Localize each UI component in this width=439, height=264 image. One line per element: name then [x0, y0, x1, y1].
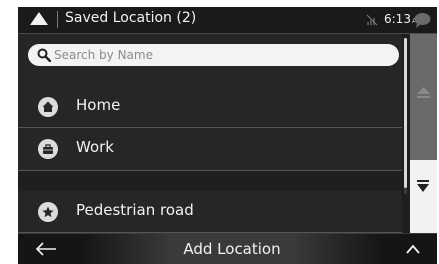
search-bar[interactable] [28, 44, 399, 66]
list-item-label: Work [76, 138, 114, 156]
no-signal-icon [366, 14, 378, 26]
add-location-button[interactable]: Add Location [82, 234, 382, 264]
search-input[interactable] [54, 47, 374, 63]
scroll-down-icon [417, 180, 429, 192]
home-icon [38, 97, 58, 117]
back-arrow-icon[interactable] [32, 240, 60, 258]
star-icon [38, 202, 58, 222]
scroll-up-button[interactable] [410, 34, 437, 160]
scroll-up-icon [417, 87, 430, 98]
scrollbar-thumb[interactable] [404, 38, 407, 188]
chevron-up-icon[interactable] [404, 242, 422, 256]
list-item-label: Home [76, 96, 121, 114]
clock-time: 6:13 [384, 12, 411, 26]
list-item-home[interactable]: Home [18, 86, 402, 127]
saved-location-list: Home Work Pedestrian road [18, 34, 402, 233]
section-gap [18, 171, 402, 191]
search-icon [37, 48, 51, 62]
top-bar: Saved Location (2) 6:13AM [18, 7, 437, 34]
briefcase-icon [38, 139, 58, 159]
list-item-pedestrian-road[interactable]: Pedestrian road [18, 191, 402, 232]
page-title: Saved Location (2) [65, 10, 197, 26]
up-arrow-icon[interactable] [30, 12, 48, 25]
divider [57, 11, 58, 28]
bottom-bar: Add Location [18, 233, 437, 264]
navigation-screen: Saved Location (2) 6:13AM Home [18, 7, 437, 264]
list-item-work[interactable]: Work [18, 128, 402, 169]
list-item-label: Pedestrian road [76, 201, 194, 219]
message-icon[interactable] [414, 12, 431, 28]
scroll-down-button[interactable] [410, 160, 437, 233]
